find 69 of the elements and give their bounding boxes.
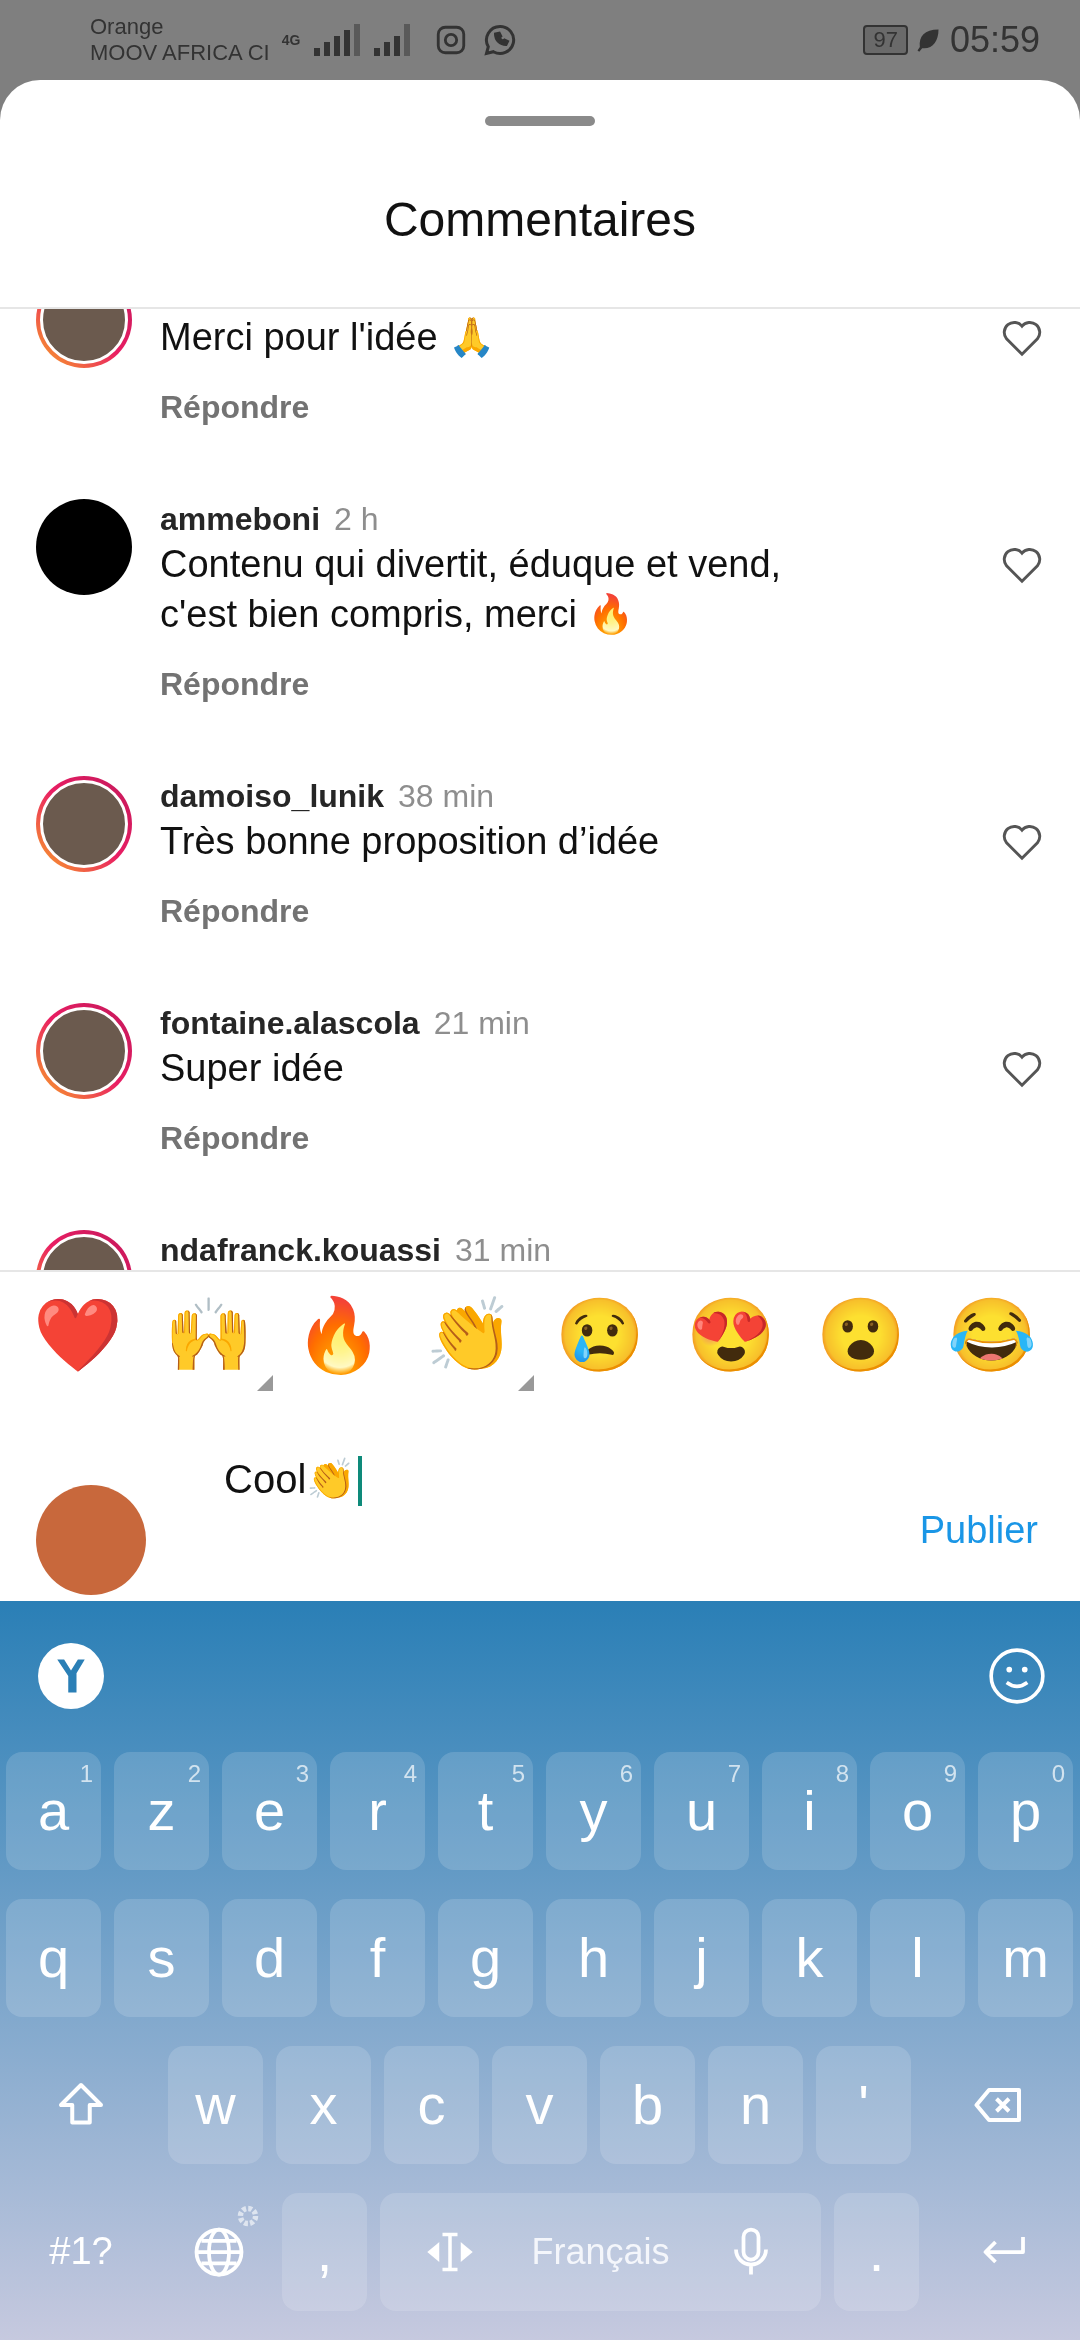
letter-key[interactable]: l (870, 1899, 965, 2017)
comment-text: Très bonne proposition d’idée (160, 819, 661, 865)
letter-key[interactable]: x (276, 2046, 371, 2164)
comma-key[interactable]: , (282, 2193, 367, 2311)
letter-key[interactable]: n (708, 2046, 803, 2164)
letter-key[interactable]: b (600, 2046, 695, 2164)
emoji-reaction[interactable]: ❤ (30, 1287, 142, 1392)
comment-time: 31 min (455, 1231, 552, 1269)
comment-input[interactable]: Cool👏 (146, 1406, 914, 1595)
reply-link[interactable]: Répondre (160, 1118, 310, 1159)
letter-key[interactable]: g (438, 1899, 533, 2017)
y-logo-icon[interactable] (38, 1643, 104, 1710)
sheet-title: Commentaires (383, 192, 697, 247)
letter-key[interactable]: a 1 (6, 1752, 101, 1870)
letter-key[interactable]: j (654, 1899, 749, 2017)
username[interactable]: fontaine.alascola (160, 1004, 420, 1042)
letter-key[interactable]: p 0 (978, 1752, 1073, 1870)
comment-text: Super idée (160, 1046, 345, 1092)
reply-link[interactable]: Répondre (160, 387, 310, 428)
letter-key[interactable]: y 6 (546, 1752, 641, 1870)
letter-key[interactable]: z 2 (114, 1752, 209, 1870)
emoji-reaction[interactable]: 😮 (813, 1287, 926, 1392)
letter-key[interactable]: d (222, 1899, 317, 2017)
emoji-reaction[interactable]: 🙌 (160, 1287, 273, 1392)
emoji-reaction[interactable]: 😢 (552, 1287, 665, 1392)
reply-link[interactable]: Répondre (160, 664, 310, 705)
network-type: 4G (281, 32, 301, 48)
username[interactable]: ammeboni (160, 500, 321, 538)
letter-key[interactable]: s (114, 1899, 209, 2017)
corner-triangle-icon (517, 1375, 534, 1392)
letter-key[interactable]: k (762, 1899, 857, 2017)
signal-icon (314, 24, 361, 56)
period-key[interactable]: . (834, 2193, 919, 2311)
letter-key[interactable]: r 4 (330, 1752, 425, 1870)
letter-key[interactable]: u 7 (654, 1752, 749, 1870)
publish-button[interactable]: Publier (913, 1508, 1044, 1554)
comment-time: 38 min (398, 777, 495, 815)
letter-key[interactable]: w (168, 2046, 263, 2164)
battery-level: 97 (863, 25, 908, 55)
letter-key[interactable]: ' (816, 2046, 911, 2164)
letter-key[interactable]: e 3 (222, 1752, 317, 1870)
emoji-reaction[interactable]: 🔥 (291, 1287, 404, 1392)
emoji-reaction[interactable]: 👏 (421, 1287, 534, 1392)
clock: 05:59 (949, 19, 1040, 61)
username[interactable]: ndafranck.kouassi (160, 1231, 441, 1269)
letter-key[interactable]: h (546, 1899, 641, 2017)
letter-key[interactable]: v (492, 2046, 587, 2164)
emoji-reaction[interactable]: 😍 (682, 1287, 795, 1392)
carrier-name: Orange (90, 14, 165, 40)
drag-handle[interactable] (485, 116, 595, 126)
reply-link[interactable]: Répondre (160, 891, 310, 932)
comment-text: Merci pour l'idée 🙏 (160, 315, 497, 361)
corner-triangle-icon (256, 1375, 273, 1392)
symbols-key[interactable]: #1? (6, 2193, 156, 2311)
carrier-name: MOOV AFRICA CI (90, 40, 270, 66)
gear-icon (235, 2203, 261, 2229)
username[interactable]: damoiso_lunik (160, 777, 385, 815)
letter-key[interactable]: t 5 (438, 1752, 533, 1870)
letter-key[interactable]: o 9 (870, 1752, 965, 1870)
letter-key[interactable]: q (6, 1899, 101, 2017)
emoji-reaction[interactable]: 😂 (943, 1287, 1056, 1392)
letter-key[interactable]: i 8 (762, 1752, 857, 1870)
letter-key[interactable]: m (978, 1899, 1073, 2017)
letter-key[interactable]: f (330, 1899, 425, 2017)
comment-time: 21 min (433, 1004, 530, 1042)
space-key[interactable]: Français (380, 2193, 821, 2311)
comment-time: 2 h (334, 500, 379, 538)
comment-text: Contenu qui divertit, éduque et vend, c'est bien compris, merci 🔥 (160, 542, 783, 638)
letter-key[interactable]: c (384, 2046, 479, 2164)
